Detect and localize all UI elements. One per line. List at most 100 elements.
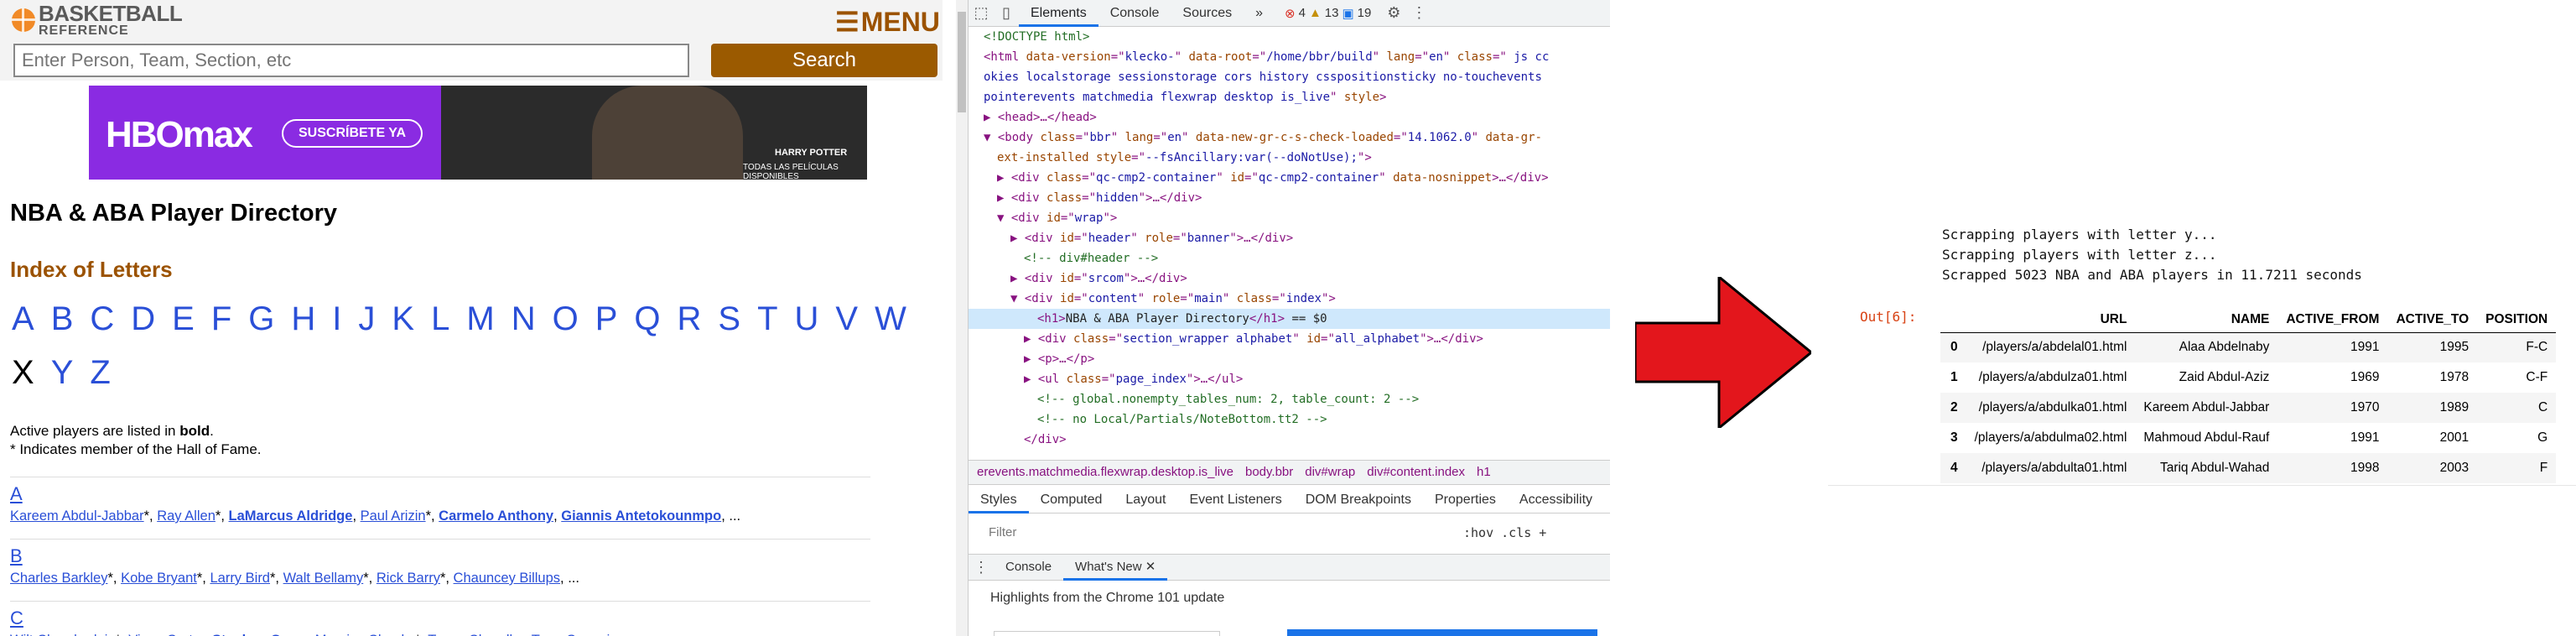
player-link[interactable]: Wilt Chamberlain: [10, 633, 116, 636]
player-link[interactable]: Giannis Antetokounmpo: [561, 508, 721, 524]
issue-badges[interactable]: ⊗ 4 ▲ 13 ▣ 19: [1281, 6, 1371, 21]
gear-icon[interactable]: ⚙: [1381, 1, 1406, 26]
search-input[interactable]: [13, 44, 689, 77]
letter-link-n[interactable]: N: [512, 292, 536, 346]
letter-link-m[interactable]: M: [466, 292, 494, 346]
dom-node-line[interactable]: ▶ <div class="section_wrapper alphabet" …: [969, 329, 1610, 349]
letter-link-f[interactable]: F: [211, 292, 231, 346]
letter-link-s[interactable]: S: [718, 292, 740, 346]
letter-link-x[interactable]: X: [12, 346, 34, 399]
tab-dom-breakpoints[interactable]: DOM Breakpoints: [1294, 487, 1423, 513]
letter-link-i[interactable]: I: [332, 292, 341, 346]
device-toolbar-icon[interactable]: ▯: [994, 1, 1019, 26]
player-link[interactable]: Paul Arizin: [361, 508, 426, 524]
tab-accessibility[interactable]: Accessibility: [1508, 487, 1604, 513]
site-scrollbar[interactable]: [956, 0, 968, 636]
player-link[interactable]: Ray Allen: [157, 508, 216, 524]
dom-node-line[interactable]: ▼ <body class="bbr" lang="en" data-new-g…: [969, 128, 1610, 148]
dom-node-line[interactable]: ▶ <head>…</head>: [969, 107, 1610, 128]
tab-console[interactable]: Console: [1098, 0, 1171, 27]
tab-elements[interactable]: Elements: [1019, 0, 1098, 27]
tab-properties[interactable]: Properties: [1423, 487, 1508, 513]
section-letter-a[interactable]: A: [10, 483, 23, 505]
letter-link-e[interactable]: E: [172, 292, 195, 346]
player-link[interactable]: Chauncey Billups: [454, 571, 561, 586]
letter-link-g[interactable]: G: [248, 292, 274, 346]
tab-event-listeners[interactable]: Event Listeners: [1177, 487, 1293, 513]
dom-node-line[interactable]: ▼ <div id="content" role="main" class="i…: [969, 289, 1610, 309]
ad-banner[interactable]: HBOmax SUSCRÍBETE YA HARRY POTTER TODAS …: [89, 86, 867, 180]
letter-link-t[interactable]: T: [757, 292, 777, 346]
dom-node-line[interactable]: ▶ <div id="header" role="banner">…</div>: [969, 228, 1610, 248]
player-link[interactable]: Tyson Chandler: [428, 633, 524, 636]
player-link[interactable]: Terry Cummings: [532, 633, 632, 636]
player-link[interactable]: LaMarcus Aldridge: [229, 508, 353, 524]
letter-link-w[interactable]: W: [875, 292, 906, 346]
dom-node-line[interactable]: <!-- global.nonempty_tables_num: 2, tabl…: [969, 389, 1610, 409]
letter-link-j[interactable]: J: [358, 292, 375, 346]
dom-node-line[interactable]: ▶ <ul class="page_index">…</ul>: [969, 369, 1610, 389]
letter-link-l[interactable]: L: [431, 292, 449, 346]
selected-dom-node[interactable]: <h1>NBA & ABA Player Directory</h1> == $…: [969, 309, 1610, 329]
letter-link-z[interactable]: Z: [90, 346, 110, 399]
kebab-menu-icon[interactable]: ⋮: [1406, 1, 1431, 26]
dom-node-line[interactable]: ▼ <div id="wrap">: [969, 208, 1610, 228]
drawer-menu-icon[interactable]: ⋮: [969, 555, 994, 580]
dom-node-line[interactable]: <!DOCTYPE html>: [969, 27, 1610, 47]
banner-cta[interactable]: SUSCRÍBETE YA: [282, 119, 423, 148]
player-link[interactable]: Maurice Cheeks: [315, 633, 415, 636]
more-tabs-button[interactable]: »: [1244, 0, 1275, 27]
dom-node-line[interactable]: ▶ <div class="qc-cmp2-container" id="qc-…: [969, 168, 1610, 188]
breadcrumb-item[interactable]: body.bbr: [1245, 465, 1293, 479]
section-letter-b[interactable]: B: [10, 545, 23, 567]
drawer-tab-console[interactable]: Console: [994, 554, 1063, 581]
styles-filter-input[interactable]: Filter: [984, 520, 1453, 545]
player-link[interactable]: Rick Barry: [377, 571, 440, 586]
breadcrumb-item[interactable]: h1: [1477, 465, 1491, 479]
letter-link-r[interactable]: R: [678, 292, 702, 346]
dom-node-line[interactable]: <!-- no Local/Partials/NoteBottom.tt2 --…: [969, 409, 1610, 430]
letter-link-b[interactable]: B: [51, 292, 74, 346]
player-link[interactable]: Walt Bellamy: [283, 571, 364, 586]
dom-tree[interactable]: <!DOCTYPE html> <html data-version="kleck…: [969, 27, 1610, 460]
letter-link-q[interactable]: Q: [634, 292, 660, 346]
drawer-tab-what-s-new[interactable]: What's New ✕: [1063, 554, 1168, 581]
dom-node-line[interactable]: pointerevents matchmedia flexwrap deskto…: [969, 87, 1610, 107]
player-link[interactable]: Charles Barkley: [10, 571, 107, 586]
inspect-icon[interactable]: ⬚: [969, 1, 994, 26]
dom-node-line[interactable]: <!-- div#header -->: [969, 248, 1610, 268]
letter-link-a[interactable]: A: [12, 292, 34, 346]
player-link[interactable]: Larry Bird: [210, 571, 270, 586]
letter-link-y[interactable]: Y: [51, 346, 74, 399]
dom-node-line[interactable]: ▶ <p>…</p>: [969, 349, 1610, 369]
player-link[interactable]: Vince Carter: [128, 633, 205, 636]
letter-link-d[interactable]: D: [131, 292, 155, 346]
dom-node-line[interactable]: ▶ <div class="hidden">…</div>: [969, 188, 1610, 208]
search-button[interactable]: Search: [711, 44, 937, 77]
dom-node-line[interactable]: <html data-version="klecko-" data-root="…: [969, 47, 1610, 67]
tab-layout[interactable]: Layout: [1114, 487, 1177, 513]
letter-link-o[interactable]: O: [553, 292, 579, 346]
hov-cls-controls[interactable]: :hov .cls +: [1463, 520, 1546, 545]
letter-link-v[interactable]: V: [835, 292, 858, 346]
player-link[interactable]: Kobe Bryant: [121, 571, 197, 586]
letter-link-c[interactable]: C: [90, 292, 114, 346]
player-link[interactable]: Stephen Curry: [212, 633, 308, 636]
letter-link-h[interactable]: H: [291, 292, 315, 346]
letter-link-p[interactable]: P: [595, 292, 618, 346]
breadcrumb-item[interactable]: erevents.matchmedia.flexwrap.desktop.is_…: [977, 465, 1233, 479]
section-letter-c[interactable]: C: [10, 607, 23, 629]
player-link[interactable]: Kareem Abdul-Jabbar: [10, 508, 144, 524]
breadcrumb-item[interactable]: div#wrap: [1305, 465, 1355, 479]
tab-computed[interactable]: Computed: [1029, 487, 1114, 513]
tab-sources[interactable]: Sources: [1171, 0, 1244, 27]
tab-styles[interactable]: Styles: [969, 487, 1029, 513]
dom-node-line[interactable]: ▶ <div id="srcom">…</div>: [969, 268, 1610, 289]
breadcrumb-item[interactable]: div#content.index: [1367, 465, 1465, 479]
site-logo[interactable]: BASKETBALL REFERENCE: [12, 3, 183, 38]
letter-link-u[interactable]: U: [795, 292, 819, 346]
player-link[interactable]: Carmelo Anthony: [439, 508, 553, 524]
dom-node-line[interactable]: </div>: [969, 430, 1610, 450]
letter-link-k[interactable]: K: [392, 292, 414, 346]
menu-button[interactable]: ☰ MENU: [835, 7, 940, 38]
